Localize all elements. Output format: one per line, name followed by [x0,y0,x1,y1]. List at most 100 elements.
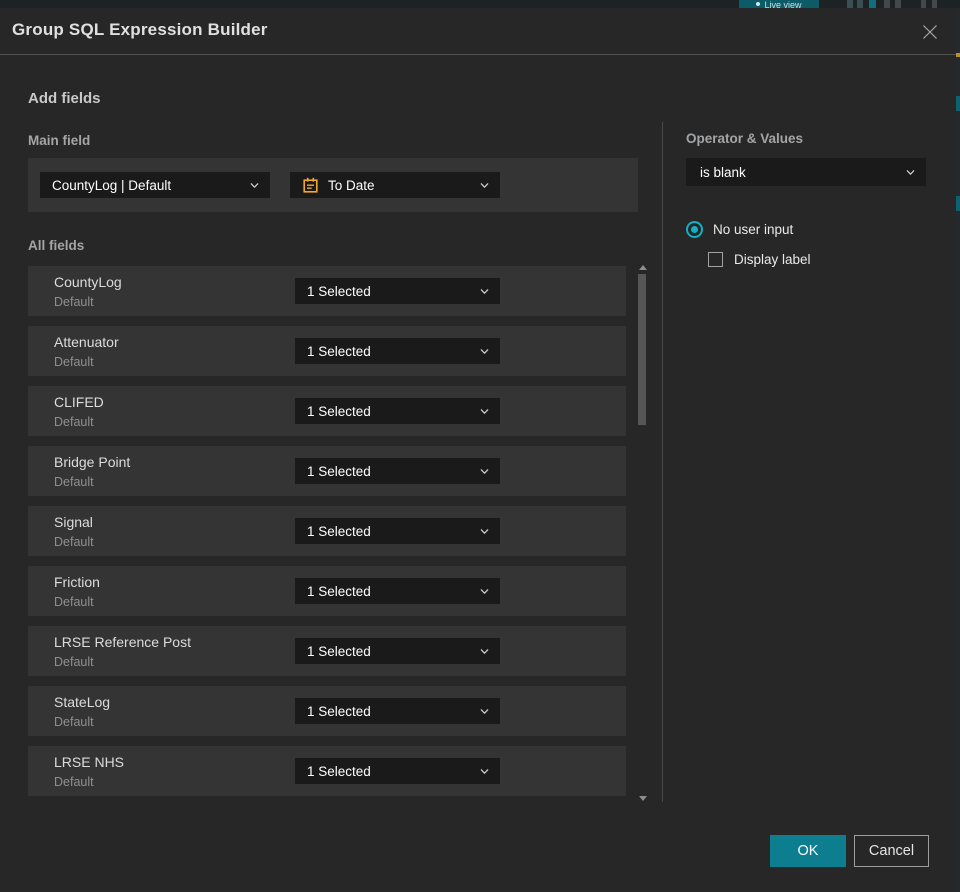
field-row: CLIFED Default 1 Selected [28,386,626,436]
field-name: Attenuator [54,333,119,350]
dialog-title: Group SQL Expression Builder [12,20,268,39]
backdrop-fragment [956,53,960,57]
no-user-input-option: No user input [686,221,793,238]
field-selected-dropdown[interactable]: 1 Selected [295,638,500,664]
field-info: LRSE Reference Post Default [54,634,295,669]
all-fields-list: CountyLog Default 1 Selected Attenuator … [28,266,626,796]
device-toggle-bar-icon [932,0,937,8]
device-toggle-bar-icon [869,0,876,8]
field-row: StateLog Default 1 Selected [28,686,626,736]
field-name: CountyLog [54,273,122,290]
backdrop-fragment [956,196,960,211]
field-selected-dropdown[interactable]: 1 Selected [295,278,500,304]
scroll-thumb[interactable] [638,274,646,425]
field-selected-dropdown[interactable]: 1 Selected [295,458,500,484]
main-field-source-value: CountyLog | Default [52,177,172,193]
operator-values-label: Operator & Values [686,131,804,146]
field-subtitle: Default [54,474,94,489]
field-subtitle: Default [54,774,94,789]
dialog-header: Group SQL Expression Builder [0,8,956,55]
cancel-button[interactable]: Cancel [854,835,929,867]
field-row: Bridge Point Default 1 Selected [28,446,626,496]
field-info: Friction Default [54,574,295,609]
field-selected-value: 1 Selected [307,703,371,719]
field-info: StateLog Default [54,694,295,729]
main-field-type-dropdown[interactable]: To Date [290,172,500,198]
scroll-down-arrow[interactable] [639,796,647,801]
ok-button[interactable]: OK [770,835,846,867]
field-selected-value: 1 Selected [307,523,371,539]
field-row: Signal Default 1 Selected [28,506,626,556]
live-view-label: Live view [764,0,802,8]
field-selected-value: 1 Selected [307,763,371,779]
chevron-down-icon [480,708,489,714]
live-view-dot-icon [756,2,761,6]
backdrop-right-strip [956,8,960,892]
chevron-down-icon [480,468,489,474]
field-name: LRSE NHS [54,753,125,770]
main-field-source-dropdown[interactable]: CountyLog | Default [40,172,270,198]
panel-divider [662,122,663,802]
field-name: Signal [54,513,93,530]
calendar-icon [302,177,319,194]
no-user-input-label: No user input [713,222,794,237]
chevron-down-icon [480,648,489,654]
chevron-down-icon [480,288,489,294]
field-selected-dropdown[interactable]: 1 Selected [295,578,500,604]
chevron-down-icon [480,768,489,774]
display-label-text: Display label [734,252,811,267]
field-selected-value: 1 Selected [307,643,371,659]
chevron-down-icon [480,408,489,414]
backdrop-fragment [956,96,960,111]
field-name: LRSE Reference Post [54,633,191,650]
field-selected-value: 1 Selected [307,283,371,299]
radio-dot [691,226,698,233]
chevron-down-icon [480,588,489,594]
device-toggle-bar-icon [921,0,926,8]
group-sql-expression-builder-dialog: Group SQL Expression Builder Add fields … [0,8,956,892]
field-subtitle: Default [54,294,94,309]
device-toggle-bar-icon [884,0,890,8]
chevron-down-icon [480,348,489,354]
no-user-input-radio[interactable] [686,221,703,238]
field-subtitle: Default [54,354,94,369]
field-subtitle: Default [54,534,94,549]
field-row: LRSE Reference Post Default 1 Selected [28,626,626,676]
add-fields-heading: Add fields [28,90,101,107]
field-name: Friction [54,573,100,590]
field-selected-dropdown[interactable]: 1 Selected [295,398,500,424]
field-name: StateLog [54,693,111,710]
field-subtitle: Default [54,714,94,729]
field-info: Signal Default [54,514,295,549]
backdrop-app-header: Live view [0,0,960,8]
main-field-type-value: To Date [328,177,375,193]
field-info: LRSE NHS Default [54,754,295,789]
field-info: CLIFED Default [54,394,295,429]
chevron-down-icon [250,182,259,188]
field-selected-dropdown[interactable]: 1 Selected [295,758,500,784]
field-selected-value: 1 Selected [307,403,371,419]
field-selected-dropdown[interactable]: 1 Selected [295,518,500,544]
field-selected-value: 1 Selected [307,343,371,359]
operator-value: is blank [700,164,746,180]
field-row: LRSE NHS Default 1 Selected [28,746,626,796]
field-info: CountyLog Default [54,274,295,309]
display-label-checkbox[interactable] [708,252,723,267]
field-subtitle: Default [54,654,94,669]
chevron-down-icon [480,528,489,534]
all-fields-label: All fields [28,238,85,253]
chevron-down-icon [480,182,489,188]
scroll-up-arrow[interactable] [639,265,647,270]
chevron-down-icon [906,169,915,175]
live-view-button[interactable]: Live view [739,0,819,8]
field-info: Attenuator Default [54,334,295,369]
device-toggle-bar-icon [895,0,901,8]
close-icon[interactable] [916,18,944,46]
field-subtitle: Default [54,414,94,429]
display-label-option: Display label [708,252,811,267]
field-selected-dropdown[interactable]: 1 Selected [295,338,500,364]
field-selected-dropdown[interactable]: 1 Selected [295,698,500,724]
field-selected-value: 1 Selected [307,463,371,479]
field-name: Bridge Point [54,453,131,470]
operator-dropdown[interactable]: is blank [686,158,926,186]
